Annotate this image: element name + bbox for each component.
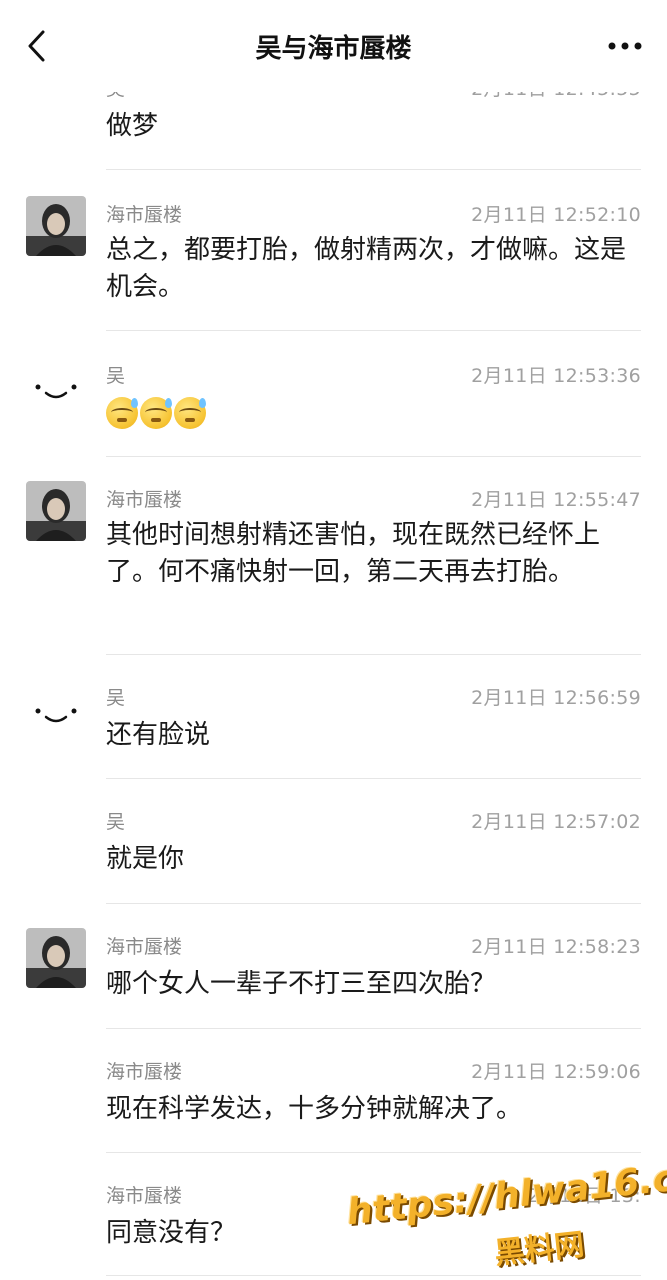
message-sender: 海市蜃楼 bbox=[106, 1061, 183, 1083]
more-options-button[interactable] bbox=[605, 30, 645, 62]
message-item: 海市蜃楼 2月11日 12:59:06 现在科学发达，十多分钟就解决了。 bbox=[0, 1029, 667, 1153]
avatar[interactable] bbox=[26, 196, 86, 256]
message-item: 吴 2月11日 12:57:02 就是你 bbox=[0, 779, 667, 904]
message-text: 哪个女人一辈子不打三至四次胎？ bbox=[106, 969, 497, 999]
message-time: 2月11日 12:55:47 bbox=[471, 489, 641, 511]
message-item: 海市蜃楼 2月11日 12:58:23 哪个女人一辈子不打三至四次胎？ bbox=[0, 904, 667, 1029]
message-time: 2月11日 12:57:02 bbox=[471, 811, 641, 833]
message-text: 现在科学发达，十多分钟就解决了。 bbox=[106, 1094, 523, 1124]
avatar[interactable] bbox=[26, 481, 86, 541]
message-sender: 海市蜃楼 bbox=[106, 936, 183, 958]
message-time: 2月11日 12:59:06 bbox=[471, 1061, 641, 1083]
message-sender: 吴 bbox=[106, 811, 126, 833]
avatar[interactable] bbox=[26, 679, 86, 739]
sweat-face-emoji-icon bbox=[106, 397, 138, 429]
message-text: 总之，都要打胎，做射精两次，才做嘛。这是机会。 bbox=[106, 235, 627, 302]
message-text: 做梦 bbox=[106, 111, 159, 141]
message-sender: 吴 bbox=[106, 365, 126, 387]
message-sender: 海市蜃楼 bbox=[106, 204, 183, 226]
message-time: 2月11日 12:56:59 bbox=[471, 687, 641, 709]
message-divider bbox=[106, 1275, 641, 1276]
message-text: 其他时间想射精还害怕，现在既然已经怀上了。何不痛快射一回，第二天再去打胎。 bbox=[106, 520, 601, 587]
message-item: 海市蜃楼 2月11日 12:52:10 总之，都要打胎，做射精两次，才做嘛。这是… bbox=[0, 170, 667, 331]
emoji-row bbox=[106, 397, 206, 429]
sweat-face-emoji-icon bbox=[140, 397, 172, 429]
message-item: 吴 2月11日 12:53:36 bbox=[0, 331, 667, 457]
message-item: 海市蜃楼 2月11日 12:55:47 其他时间想射精还害怕，现在既然已经怀上了… bbox=[0, 457, 667, 655]
message-time: 2月11日 12:53:36 bbox=[471, 365, 641, 387]
message-list[interactable]: 吴 2月11日 12:45:55 做梦 海市蜃楼 2月11日 12:52:10 … bbox=[0, 0, 667, 1280]
person-photo-icon bbox=[26, 928, 86, 988]
watermark-name: 黑料网 bbox=[492, 1227, 586, 1272]
message-item: 吴 2月11日 12:56:59 还有脸说 bbox=[0, 655, 667, 779]
more-dots-icon bbox=[608, 42, 642, 50]
smiley-avatar-icon bbox=[26, 679, 86, 739]
person-photo-icon bbox=[26, 196, 86, 256]
person-photo-icon bbox=[26, 481, 86, 541]
message-sender: 海市蜃楼 bbox=[106, 1185, 183, 1207]
chat-history-page: 吴 2月11日 12:45:55 做梦 海市蜃楼 2月11日 12:52:10 … bbox=[0, 0, 667, 1280]
message-sender: 海市蜃楼 bbox=[106, 489, 183, 511]
avatar[interactable] bbox=[26, 355, 86, 415]
chat-title: 吴与海市蜃楼 bbox=[255, 34, 412, 64]
sweat-face-emoji-icon bbox=[174, 397, 206, 429]
message-text: 就是你 bbox=[106, 844, 185, 874]
avatar[interactable] bbox=[26, 928, 86, 988]
message-time: 2月11日 12:58:23 bbox=[471, 936, 641, 958]
message-sender: 吴 bbox=[106, 687, 126, 709]
message-text: 还有脸说 bbox=[106, 720, 211, 750]
message-time: 2月11日 12:52:10 bbox=[471, 204, 641, 226]
top-bar: 吴与海市蜃楼 bbox=[0, 0, 667, 92]
smiley-avatar-icon bbox=[26, 355, 86, 415]
